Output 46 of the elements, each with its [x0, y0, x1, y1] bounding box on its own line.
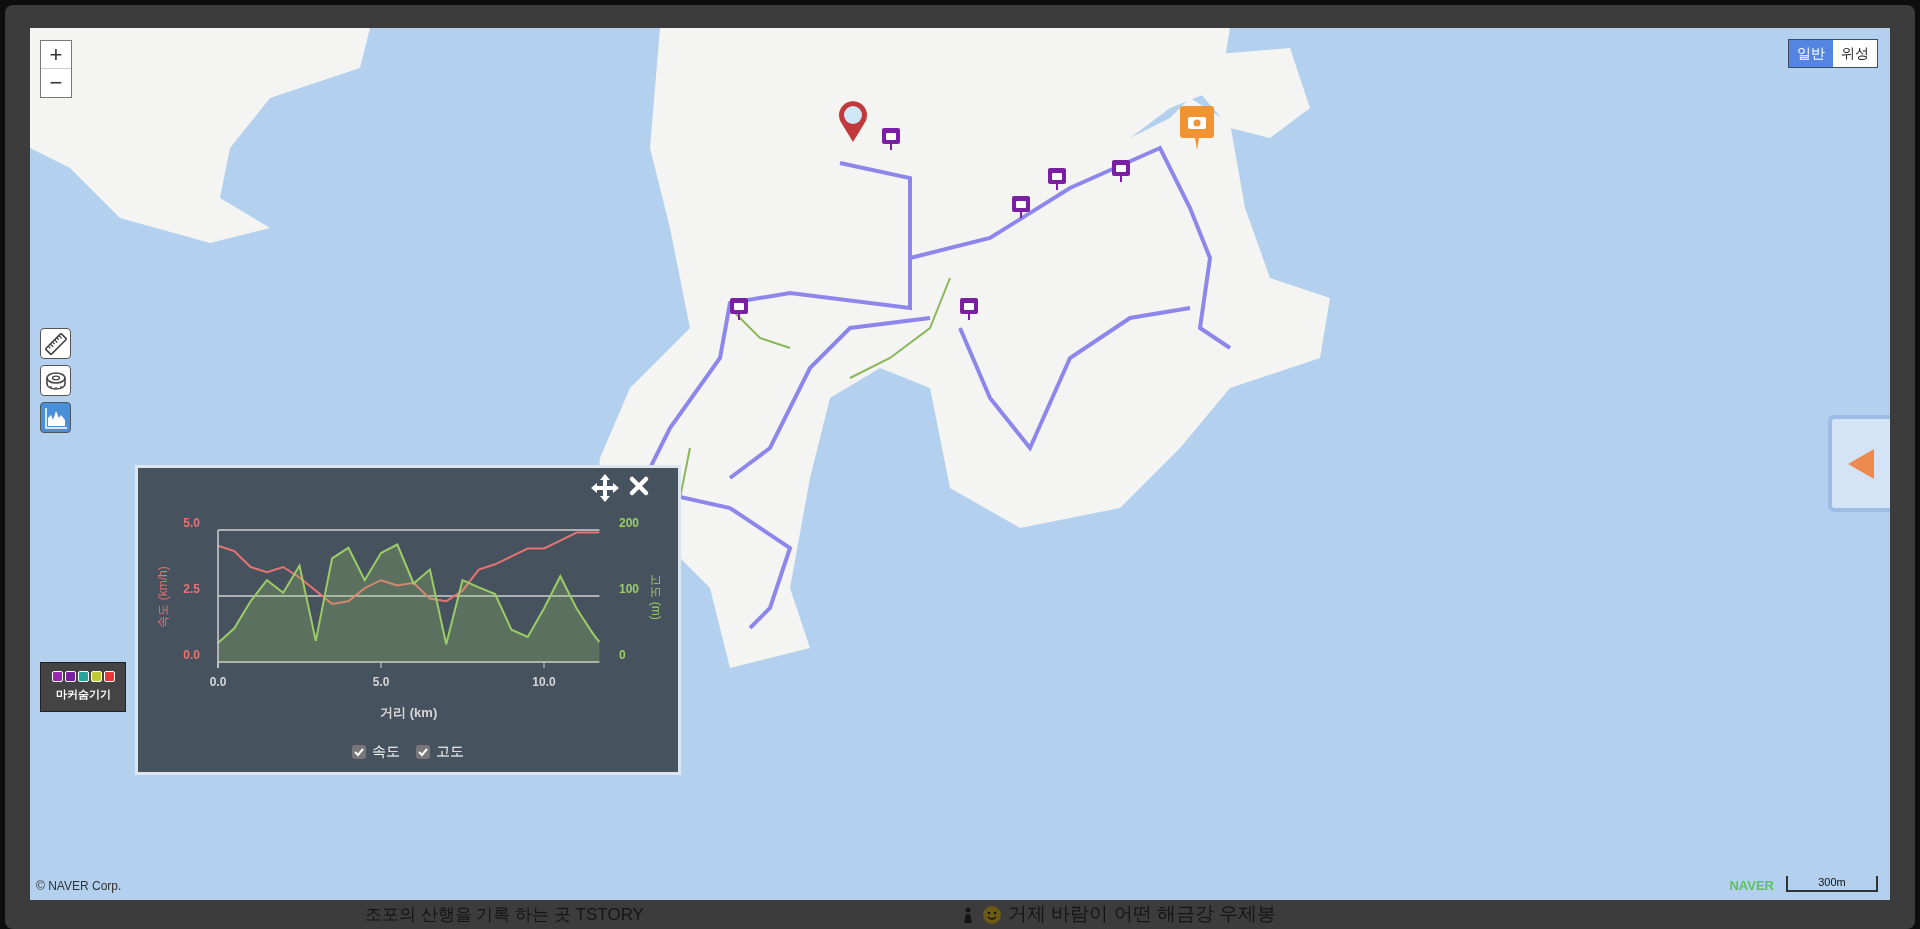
y-tick-label: 2.5: [183, 582, 200, 596]
elevation-profile-icon: [43, 405, 68, 430]
y2-tick-label: 100: [619, 582, 640, 596]
y2-axis-label: 고도 (m): [649, 574, 663, 620]
elevation-profile-tool-button[interactable]: [40, 402, 71, 433]
ruler-tool-button[interactable]: [40, 328, 71, 359]
y2-tick-label: 0: [619, 648, 626, 662]
y-tick-label: 0.0: [183, 648, 200, 662]
x-axis-label: 거리 (km): [380, 705, 438, 720]
y-axis-label: 속도 (km/h): [156, 566, 170, 628]
photo-marker-icon: [1112, 160, 1130, 182]
tape-measure-tool-button[interactable]: [40, 365, 71, 396]
copyright-text: © NAVER Corp.: [36, 878, 122, 895]
legend-checkbox[interactable]: 고도: [416, 741, 464, 762]
legend-checkbox[interactable]: 속도: [352, 741, 400, 762]
close-icon[interactable]: [629, 476, 649, 496]
check-icon: [418, 746, 428, 757]
photo-marker-icon: [1048, 168, 1066, 190]
photo-marker-icon: [730, 298, 748, 320]
y2-tick-label: 200: [619, 516, 640, 530]
naver-logo: NAVER: [1729, 879, 1774, 892]
hide-markers-label: 마커숨기기: [55, 687, 111, 703]
smiley-icon: [981, 904, 1002, 925]
camera-marker-icon: [1180, 106, 1214, 150]
x-tick-label: 10.0: [532, 675, 556, 689]
y-tick-label: 5.0: [183, 516, 200, 530]
x-tick-label: 5.0: [372, 675, 390, 689]
hide-markers-button[interactable]: 마커숨기기: [40, 662, 126, 712]
scale-bar: 300m: [1786, 876, 1878, 892]
map-type-tab[interactable]: 위성: [1833, 40, 1877, 67]
map-type-tab[interactable]: 일반: [1789, 40, 1833, 67]
photo-marker-icon: [882, 128, 900, 150]
ruler-icon: [43, 331, 68, 356]
photo-marker-icon: [1012, 196, 1030, 218]
x-tick-label: 0.0: [209, 675, 227, 689]
left-arrow-icon: [1846, 446, 1876, 481]
person-icon: [961, 906, 974, 923]
move-icon[interactable]: [591, 474, 619, 502]
zoom-out-button[interactable]: −: [41, 69, 71, 97]
checkbox[interactable]: [352, 744, 366, 759]
zoom-in-button[interactable]: +: [41, 41, 71, 69]
location-pin-icon: [838, 100, 868, 142]
check-icon: [354, 746, 364, 757]
checkbox[interactable]: [416, 744, 430, 759]
photo-marker-icon: [960, 298, 978, 320]
side-panel-toggle[interactable]: [1828, 415, 1890, 512]
